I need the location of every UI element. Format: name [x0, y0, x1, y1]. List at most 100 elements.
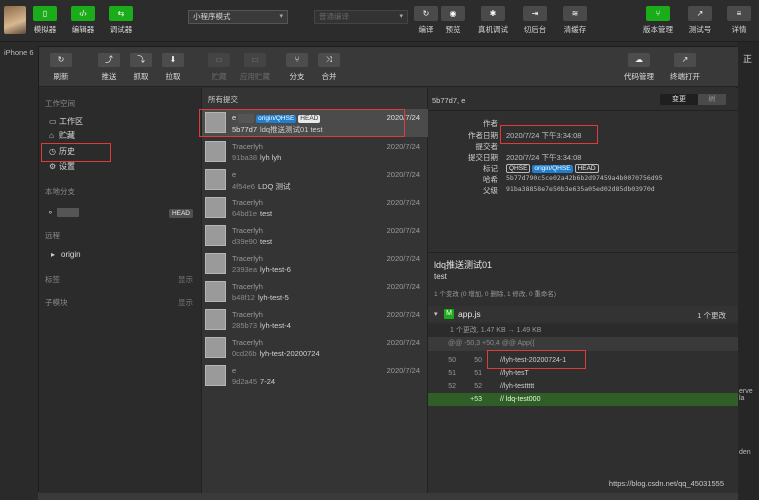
commit-row[interactable]: Tracerlyh 2020/7/24 2393ea lyh-test-6 — [202, 250, 428, 278]
commit-author: Tracerlyh — [232, 282, 263, 291]
tab-tree[interactable]: 树 — [698, 94, 726, 105]
stash-button[interactable]: ▭ 贮藏 — [199, 53, 239, 82]
meta-parent: 父级 91ba38858e7e50b3e635a05ed02d85db03970… — [483, 185, 655, 195]
background-switch-button[interactable]: ⇥ 切后台 — [518, 6, 552, 35]
commit-message: lyh-test-6 — [260, 265, 291, 274]
chevron-down-icon: ▾ — [279, 13, 283, 20]
stash-icon: ▭ — [208, 53, 230, 67]
bottom-panel — [38, 492, 738, 500]
commit-list: 所有提交 e origin/QHSE HEAD 2020/7/24 5b77d7 ld… — [202, 88, 428, 493]
avatar — [205, 309, 226, 330]
branch-icon: ⑂ — [646, 6, 670, 21]
phone-icon: ▯ — [33, 6, 57, 21]
remote-item-origin[interactable]: ▸ origin — [51, 249, 81, 261]
file-header[interactable]: ▾ M app.js 1 个更改 — [428, 306, 738, 322]
sidebar-item-workspace[interactable]: ▭ 工作区 — [49, 116, 83, 128]
debugger-button[interactable]: ⇆ 调试器 — [104, 6, 138, 35]
avatar — [205, 197, 226, 218]
sidebar-item-settings[interactable]: ⚙ 设置 — [49, 161, 75, 173]
simulator-button[interactable]: ▯ 模拟器 — [28, 6, 62, 35]
apply-stash-button[interactable]: ▭ 应用贮藏 — [235, 53, 275, 82]
preview-button[interactable]: ◉ 预览 — [436, 6, 470, 35]
avatar — [205, 281, 226, 302]
commit-author: Tracerlyh — [232, 338, 263, 347]
commit-hash: 9d2a45 — [232, 377, 258, 386]
avatar — [205, 141, 226, 162]
commit-row[interactable]: Tracerlyh 2020/7/24 b48f12 lyh-test-5 — [202, 278, 428, 306]
commit-row[interactable]: Tracerlyh 2020/7/24 285b73 lyh-test-4 — [202, 306, 428, 334]
branch-name-redacted — [57, 208, 79, 218]
commit-date: 2020/7/24 — [386, 366, 420, 375]
modified-badge: M — [444, 309, 454, 319]
file-name: app.js — [458, 309, 481, 319]
merge-button[interactable]: ⤨ 合并 — [309, 53, 349, 82]
chevron-down-icon: ▾ — [399, 13, 403, 20]
version-management-button[interactable]: ⑂ 版本管理 — [641, 6, 675, 35]
chevron-right-icon: ▸ — [51, 250, 56, 259]
compile-select[interactable]: 普通编译 ▾ — [314, 10, 408, 24]
tab-changes[interactable]: 变更 — [660, 94, 698, 105]
commit-message: LDQ 测试 — [257, 182, 291, 191]
commit-message: lyh lyh — [260, 153, 282, 162]
layers-icon: ≋ — [563, 6, 587, 21]
menu-icon: ≡ — [727, 6, 751, 21]
refresh-icon: ↻ — [414, 6, 438, 21]
code-management-button[interactable]: ☁ 代码管理 — [619, 53, 659, 82]
commit-stat: 1 个变改 (0 增加, 0 删除, 1 修改, 0 重命名) — [434, 291, 557, 298]
submodule-section-title: 子模块 — [45, 298, 68, 307]
tag-badge: HEAD — [574, 164, 599, 173]
simulator-panel: iPhone 6 — [0, 42, 38, 500]
eye-icon: ◉ — [441, 6, 465, 21]
commit-message: test — [260, 209, 273, 218]
commit-row[interactable]: Tracerlyh 2020/7/24 91ba38 lyh lyh — [202, 138, 428, 166]
commit-message-title: ldq推送测试01 — [434, 260, 493, 270]
commit-author: Tracerlyh — [232, 310, 263, 319]
commit-author: e — [232, 170, 237, 179]
bug-icon: ✱ — [481, 6, 505, 21]
top-toolbar: ▯ 模拟器 ‹/› 编辑器 ⇆ 调试器 小程序模式 ▾ 普通编译 ▾ ↻ 编译 ◉ … — [0, 0, 759, 42]
meta-tags: 标记 QHSE origin/QHSE HEAD — [428, 163, 738, 173]
test-account-button[interactable]: ↗ 测试号 — [683, 6, 717, 35]
commit-hash: d39e90 — [232, 237, 258, 246]
head-badge: HEAD — [168, 209, 193, 218]
submodule-show-button[interactable]: 显示 — [178, 297, 193, 308]
commit-hash: 4f54e6 — [232, 182, 255, 191]
device-label: iPhone 6 — [4, 48, 34, 57]
commit-message: test — [260, 237, 273, 246]
commit-author: Tracerlyh — [232, 254, 263, 263]
chevron-down-icon: ▾ — [434, 311, 438, 318]
local-branch-item[interactable]: ⚬ — [47, 207, 79, 219]
sidebar-item-stash[interactable]: ⌂ 贮藏 — [49, 130, 75, 142]
editor-snippet: den — [739, 449, 751, 456]
commit-row[interactable]: e 2020/7/24 4f54e6 LDQ 测试 — [202, 166, 428, 194]
editor-button[interactable]: ‹/› 编辑器 — [66, 6, 100, 35]
refresh-button[interactable]: ↻ 刷新 — [41, 53, 81, 82]
terminal-icon: ↗ — [674, 53, 696, 67]
archive-icon: ⌂ — [49, 131, 54, 140]
fetch-icon: ⤵ — [130, 53, 152, 67]
commit-row[interactable]: Tracerlyh 2020/7/24 d39e90 test — [202, 222, 428, 250]
commit-hash: 64bd1e — [232, 209, 258, 218]
diff-line: 52 52 //lyh-testtttt — [448, 383, 535, 390]
open-terminal-button[interactable]: ↗ 终端打开 — [665, 53, 705, 82]
commit-date: 2020/7/24 — [386, 338, 420, 347]
clear-cache-button[interactable]: ≋ 清缓存 — [558, 6, 592, 35]
remote-debug-button[interactable]: ✱ 真机调试 — [476, 6, 510, 35]
pull-button[interactable]: ⬇ 拉取 — [153, 53, 193, 82]
external-icon: ↗ — [688, 6, 712, 21]
meta-hash: 哈希 5b77d790c5ce02a42b6b2d97459a4b0070756… — [483, 174, 663, 184]
commit-message: lyh-test-20200724 — [259, 349, 320, 358]
annotation-box — [199, 109, 405, 137]
commit-date: 2020/7/24 — [386, 254, 420, 263]
tags-show-button[interactable]: 显示 — [178, 274, 193, 285]
mode-select[interactable]: 小程序模式 ▾ — [188, 10, 288, 24]
pull-icon: ⬇ — [162, 53, 184, 67]
commit-row[interactable]: Tracerlyh 2020/7/24 64bd1e test — [202, 194, 428, 222]
commit-row[interactable]: e 2020/7/24 9d2a45 7-24 — [202, 362, 428, 390]
commit-row[interactable]: Tracerlyh 2020/7/24 0cd26b lyh-test-20200… — [202, 334, 428, 362]
refresh-icon: ↻ — [50, 53, 72, 67]
details-button[interactable]: ≡ 详情 — [722, 6, 756, 35]
merge-icon: ⤨ — [318, 53, 340, 67]
avatar[interactable] — [4, 6, 26, 34]
avatar — [205, 365, 226, 386]
